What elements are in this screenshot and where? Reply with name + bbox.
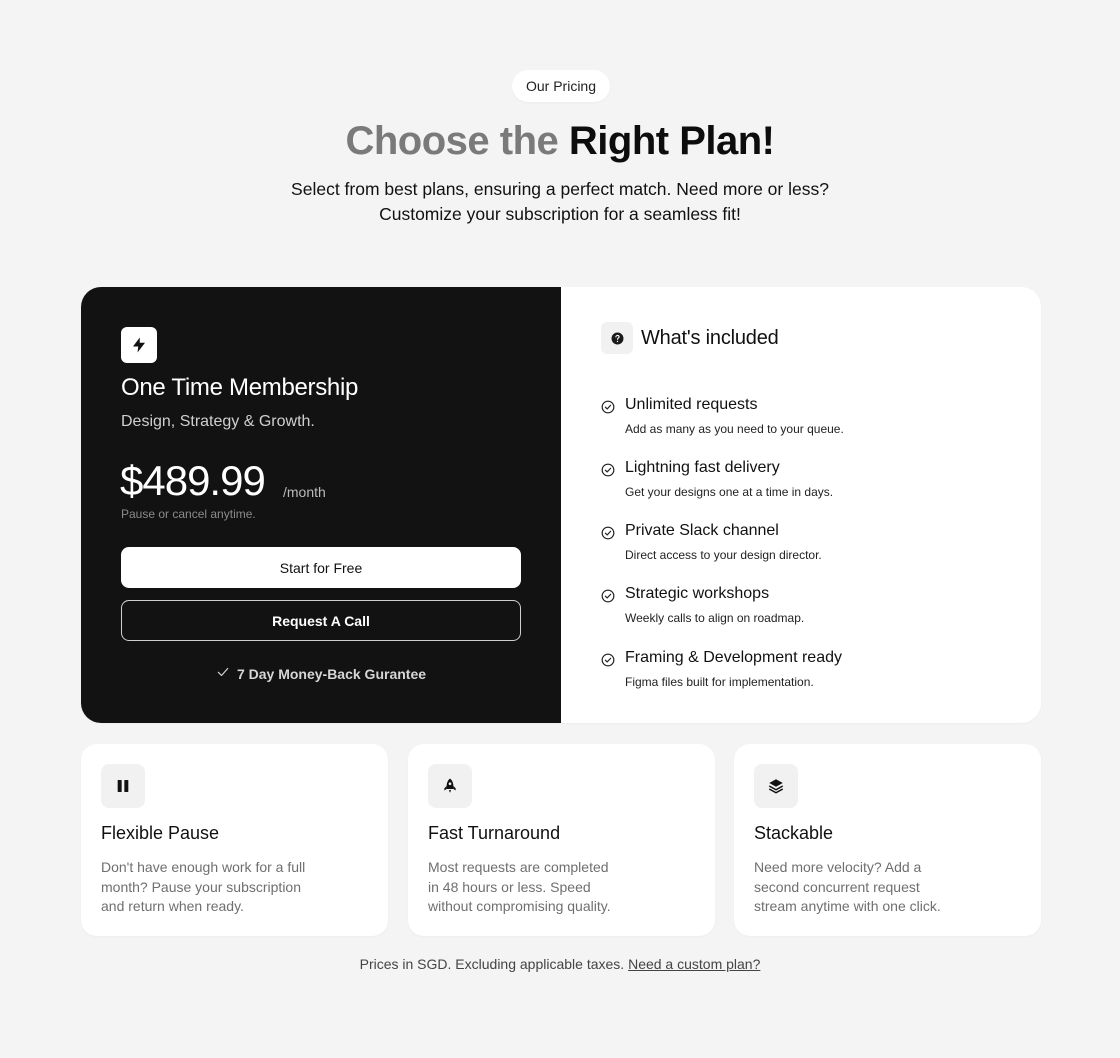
card-title: Flexible Pause bbox=[101, 823, 220, 843]
page-subtitle: Select from best plans, ensuring a perfe… bbox=[0, 177, 1120, 227]
guarantee-row: 7 Day Money-Back Gurantee bbox=[81, 665, 561, 682]
feature-desc: Add as many as you need to your queue. bbox=[625, 422, 844, 436]
benefit-card: Fast Turnaround Most requests are comple… bbox=[408, 744, 715, 936]
card-desc-line: month? Pause your subscription bbox=[101, 878, 301, 895]
pricing-footer: Prices in SGD. Excluding applicable taxe… bbox=[0, 956, 1120, 972]
subtitle-line-1: Select from best plans, ensuring a perfe… bbox=[291, 179, 829, 199]
card-desc: Most requests are completed in 48 hours … bbox=[428, 858, 668, 917]
rocket-icon bbox=[428, 764, 472, 808]
plan-name: One Time Membership bbox=[121, 374, 359, 401]
card-title: Fast Turnaround bbox=[428, 823, 561, 843]
feature-desc: Direct access to your design director. bbox=[625, 548, 822, 562]
feature-desc: Get your designs one at a time in days. bbox=[625, 485, 834, 499]
card-desc: Need more velocity? Add a second concurr… bbox=[754, 858, 994, 917]
pause-icon bbox=[101, 764, 145, 808]
feature-title: Framing & Development ready bbox=[625, 649, 842, 666]
subtitle-line-2: Customize your subscription for a seamle… bbox=[379, 204, 741, 224]
card-desc-line: Need more velocity? Add a bbox=[754, 859, 922, 875]
custom-plan-link[interactable]: Need a custom plan? bbox=[628, 956, 760, 972]
included-panel: What's included Unlimited requests Add a… bbox=[561, 287, 1041, 723]
included-title: What's included bbox=[641, 327, 779, 349]
layers-icon bbox=[754, 764, 798, 808]
benefit-card: Flexible Pause Don't have enough work fo… bbox=[81, 744, 388, 936]
benefit-card: Stackable Need more velocity? Add a seco… bbox=[734, 744, 1041, 936]
checkmark-icon bbox=[216, 665, 230, 682]
feature-title: Unlimited requests bbox=[625, 396, 758, 413]
card-desc-line: stream anytime with one click. bbox=[754, 898, 941, 914]
check-circle-icon bbox=[601, 400, 615, 419]
title-muted: Choose the bbox=[345, 119, 559, 163]
feature-desc: Weekly calls to align on roadmap. bbox=[625, 611, 805, 625]
bolt-icon bbox=[121, 327, 157, 363]
feature-title: Lightning fast delivery bbox=[625, 459, 780, 476]
question-icon bbox=[601, 322, 633, 354]
card-desc-line: in 48 hours or less. Speed bbox=[428, 878, 591, 895]
plan-price: $489.99 bbox=[120, 457, 266, 504]
check-circle-icon bbox=[601, 463, 615, 482]
plan-tagline: Design, Strategy & Growth. bbox=[121, 413, 315, 430]
check-circle-icon bbox=[601, 589, 615, 608]
title-strong: Right Plan! bbox=[568, 119, 775, 163]
start-for-free-button[interactable]: Start for Free bbox=[121, 547, 521, 588]
card-desc-line: Don't have enough work for a full bbox=[101, 859, 306, 875]
card-desc: Don't have enough work for a full month?… bbox=[101, 858, 341, 917]
card-desc-line: and return when ready. bbox=[101, 898, 244, 914]
card-desc-line: Most requests are completed bbox=[428, 859, 609, 875]
request-a-call-button[interactable]: Request A Call bbox=[121, 600, 521, 641]
plan-note: Pause or cancel anytime. bbox=[121, 507, 256, 521]
footer-text: Prices in SGD. Excluding applicable taxe… bbox=[359, 956, 625, 972]
feature-title: Strategic workshops bbox=[625, 585, 770, 602]
pricing-page: Our Pricing Choose the Right Plan! Selec… bbox=[0, 0, 1120, 1058]
section-badge: Our Pricing bbox=[512, 70, 610, 102]
card-desc-line: second concurrent request bbox=[754, 878, 920, 895]
feature-desc: Figma files built for implementation. bbox=[625, 675, 814, 689]
page-title: Choose the Right Plan! bbox=[0, 116, 1120, 166]
plan-card: One Time Membership Design, Strategy & G… bbox=[81, 287, 561, 723]
plan-period: /month bbox=[283, 484, 326, 500]
plan-panel: One Time Membership Design, Strategy & G… bbox=[81, 287, 1041, 723]
feature-title: Private Slack channel bbox=[625, 522, 779, 539]
card-desc-line: without compromising quality. bbox=[428, 898, 611, 914]
check-circle-icon bbox=[601, 653, 615, 672]
check-circle-icon bbox=[601, 526, 615, 545]
guarantee-text: 7 Day Money-Back Gurantee bbox=[236, 665, 427, 682]
card-title: Stackable bbox=[754, 823, 834, 843]
